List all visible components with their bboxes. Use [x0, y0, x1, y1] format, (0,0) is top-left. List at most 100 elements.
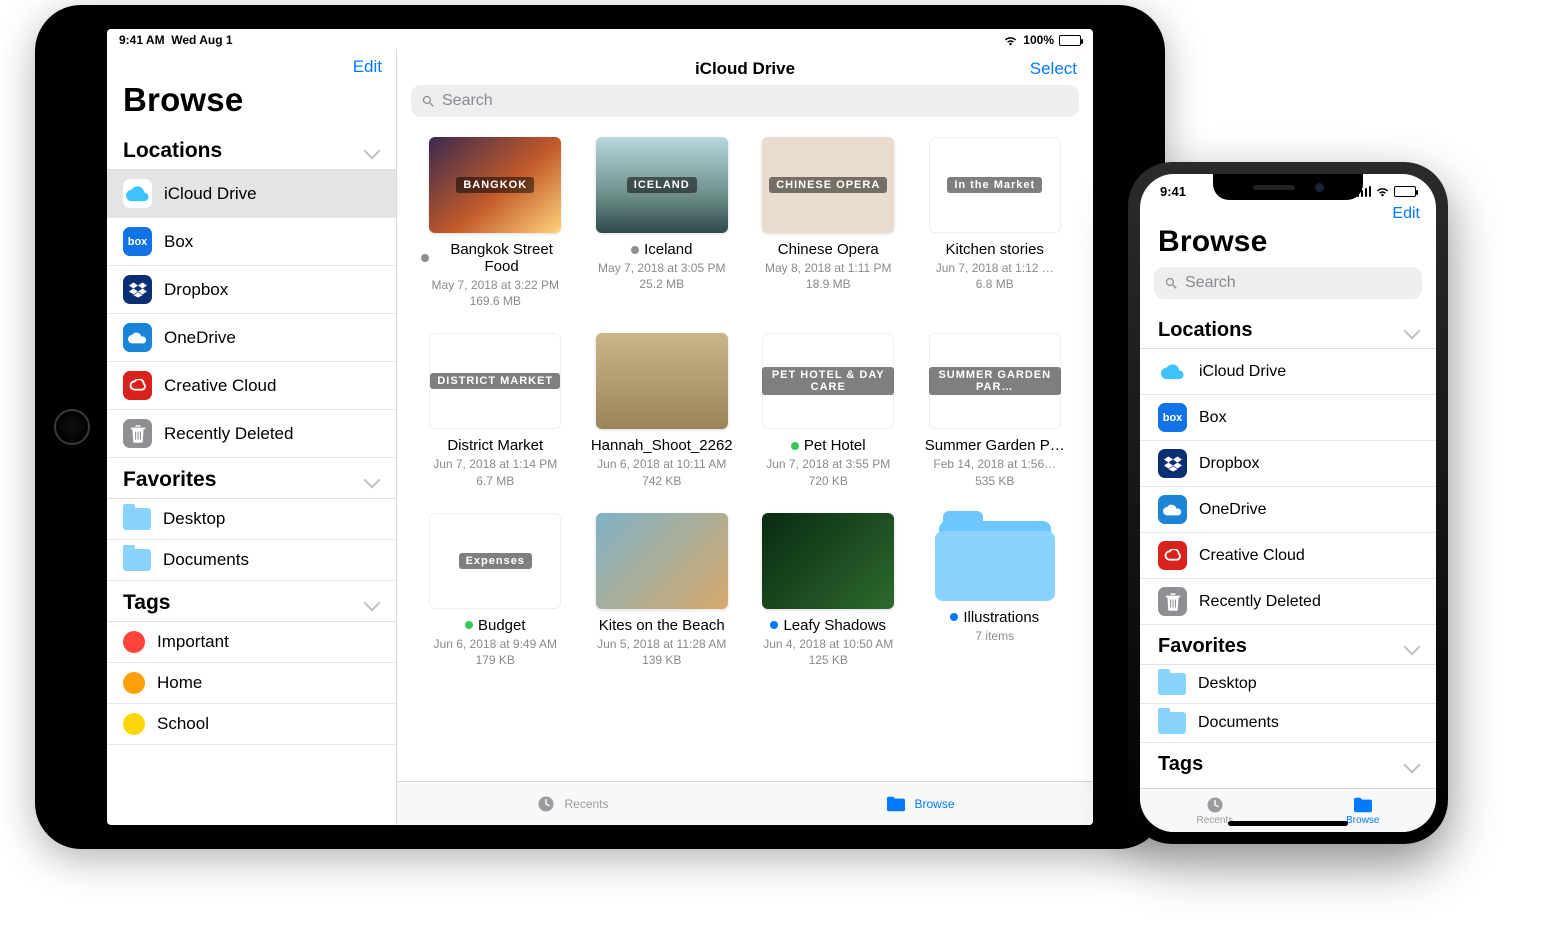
file-meta: Jun 6, 2018 at 9:49 AM179 KB — [421, 636, 570, 668]
sidebar-item-box[interactable]: box Box — [107, 218, 396, 266]
sidebar-item-label: Box — [164, 232, 382, 252]
section-favorites[interactable]: Favorites — [107, 458, 396, 499]
file-meta: May 7, 2018 at 3:05 PM25.2 MB — [588, 260, 737, 292]
file-name: Chinese Opera — [754, 241, 903, 258]
wifi-icon — [1003, 35, 1018, 46]
box-icon: box — [123, 227, 152, 256]
folder-icon — [885, 795, 907, 813]
sidebar-item-onedrive[interactable]: OneDrive — [1140, 487, 1436, 533]
file-thumbnail — [596, 513, 728, 609]
file-name: Pet Hotel — [754, 437, 903, 454]
file-meta: May 8, 2018 at 1:11 PM18.9 MB — [754, 260, 903, 292]
ipad-device: 9:41 AM Wed Aug 1 100% Edit Browse Locat… — [35, 5, 1165, 849]
tab-browse[interactable]: Browse — [1346, 796, 1379, 826]
search-icon — [421, 94, 436, 109]
status-time: 9:41 — [1160, 184, 1186, 199]
sidebar-item-label: Dropbox — [1199, 455, 1422, 473]
ipad-home-button[interactable] — [54, 409, 90, 445]
sidebar-item-icloud[interactable]: iCloud Drive — [1140, 349, 1436, 395]
chevron-down-icon — [1404, 756, 1421, 773]
status-dot — [950, 613, 958, 621]
file-thumbnail: BANGKOK — [429, 137, 561, 233]
file-item[interactable]: ExpensesBudgetJun 6, 2018 at 9:49 AM179 … — [421, 513, 570, 668]
trash-icon — [123, 419, 152, 448]
file-item[interactable]: ICELANDIcelandMay 7, 2018 at 3:05 PM25.2… — [588, 137, 737, 309]
edit-button[interactable]: Edit — [353, 57, 382, 77]
icloud-icon — [1158, 357, 1187, 386]
tag-color-dot — [123, 713, 145, 735]
status-dot — [421, 254, 429, 262]
sidebar-item-dropbox[interactable]: Dropbox — [1140, 441, 1436, 487]
battery-percent: 100% — [1023, 33, 1054, 47]
section-tags[interactable]: Tags — [1140, 743, 1436, 782]
sidebar-item-icloud[interactable]: iCloud Drive — [107, 170, 396, 218]
search-input[interactable]: Search — [1154, 267, 1422, 299]
tab-recents[interactable]: Recents — [535, 795, 608, 813]
file-item[interactable]: PET HOTEL & DAY CAREPet HotelJun 7, 2018… — [754, 333, 903, 488]
file-name: Bangkok Street Food — [421, 241, 570, 275]
sidebar-item-trash[interactable]: Recently Deleted — [107, 410, 396, 458]
edit-button[interactable]: Edit — [1392, 205, 1420, 223]
search-input[interactable]: Search — [411, 85, 1079, 117]
home-indicator[interactable] — [1228, 821, 1348, 826]
section-tags[interactable]: Tags — [107, 581, 396, 622]
folder-icon — [1158, 673, 1186, 695]
file-item[interactable]: Leafy ShadowsJun 4, 2018 at 10:50 AM125 … — [754, 513, 903, 668]
iphone-device: 9:41 Edit Browse Search Locations iCloud… — [1128, 162, 1448, 844]
file-item[interactable]: Hannah_Shoot_2262Jun 6, 2018 at 10:11 AM… — [588, 333, 737, 488]
onedrive-icon — [123, 323, 152, 352]
section-locations[interactable]: Locations — [1140, 309, 1436, 349]
sidebar-item-dropbox[interactable]: Dropbox — [107, 266, 396, 314]
tag-item[interactable]: Important — [107, 622, 396, 663]
file-thumbnail — [596, 333, 728, 429]
file-item[interactable]: Kites on the BeachJun 5, 2018 at 11:28 A… — [588, 513, 737, 668]
file-item[interactable]: SUMMER GARDEN PAR…Summer Garden P…Feb 14… — [921, 333, 1070, 488]
file-meta: Jun 7, 2018 at 1:14 PM6.7 MB — [421, 456, 570, 488]
folder-item[interactable]: Illustrations7 items — [921, 513, 1070, 668]
file-item[interactable]: In the MarketKitchen storiesJun 7, 2018 … — [921, 137, 1070, 309]
sidebar-item-label: OneDrive — [164, 328, 382, 348]
file-thumbnail: DISTRICT MARKET — [429, 333, 561, 429]
browse-title: Browse — [107, 81, 396, 129]
sidebar-item-creative-cloud[interactable]: Creative Cloud — [107, 362, 396, 410]
search-placeholder: Search — [442, 92, 493, 110]
ipad-screen: 9:41 AM Wed Aug 1 100% Edit Browse Locat… — [107, 29, 1093, 825]
section-label: Locations — [123, 139, 222, 163]
section-locations[interactable]: Locations — [107, 129, 396, 170]
file-meta: Jun 4, 2018 at 10:50 AM125 KB — [754, 636, 903, 668]
file-item[interactable]: BANGKOKBangkok Street FoodMay 7, 2018 at… — [421, 137, 570, 309]
tag-item[interactable]: Home — [107, 663, 396, 704]
sidebar-item-folder[interactable]: Desktop — [1140, 665, 1436, 704]
clock-icon — [535, 795, 557, 813]
file-meta: Jun 7, 2018 at 1:12 …6.8 MB — [921, 260, 1070, 292]
tag-label: School — [157, 714, 382, 734]
section-favorites[interactable]: Favorites — [1140, 625, 1436, 665]
folder-icon — [123, 549, 151, 571]
search-placeholder: Search — [1185, 274, 1236, 292]
sidebar-item-folder[interactable]: Documents — [1140, 704, 1436, 743]
search-icon — [1164, 276, 1179, 291]
battery-icon — [1394, 186, 1416, 197]
sidebar-item-label: Documents — [163, 550, 382, 570]
file-item[interactable]: DISTRICT MARKETDistrict MarketJun 7, 201… — [421, 333, 570, 488]
sidebar-item-folder[interactable]: Documents — [107, 540, 396, 581]
sidebar-item-box[interactable]: boxBox — [1140, 395, 1436, 441]
tab-label: Recents — [564, 797, 608, 811]
folder-thumbnail — [935, 513, 1055, 601]
select-button[interactable]: Select — [1030, 59, 1077, 79]
file-meta: Jun 5, 2018 at 11:28 AM139 KB — [588, 636, 737, 668]
tag-item[interactable]: School — [107, 704, 396, 745]
file-name: Hannah_Shoot_2262 — [588, 437, 737, 454]
sidebar-item-creative-cloud[interactable]: Creative Cloud — [1140, 533, 1436, 579]
sidebar-item-onedrive[interactable]: OneDrive — [107, 314, 396, 362]
file-item[interactable]: CHINESE OPERAChinese OperaMay 8, 2018 at… — [754, 137, 903, 309]
tag-label: Home — [157, 673, 382, 693]
trash-icon — [1158, 587, 1187, 616]
sidebar-item-trash[interactable]: Recently Deleted — [1140, 579, 1436, 625]
ipad-status-bar: 9:41 AM Wed Aug 1 100% — [107, 29, 1093, 49]
sidebar-item-folder[interactable]: Desktop — [107, 499, 396, 540]
sidebar-item-label: iCloud Drive — [1199, 363, 1422, 381]
tab-browse[interactable]: Browse — [885, 795, 954, 813]
folder-icon — [1158, 712, 1186, 734]
folder-icon — [123, 508, 151, 530]
